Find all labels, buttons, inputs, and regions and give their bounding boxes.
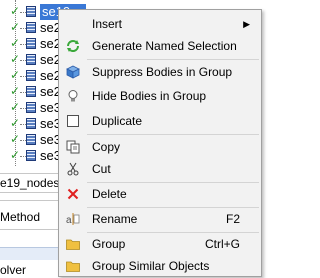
panel-divider	[0, 200, 60, 201]
named-selection-icon	[26, 54, 36, 65]
menu-item-delete[interactable]: Delete	[60, 183, 260, 205]
named-selection-icon	[26, 102, 36, 113]
cube-icon	[65, 64, 81, 80]
menu-item-label: Copy	[92, 140, 121, 154]
named-selection-icon	[26, 38, 36, 49]
menu-item-group-similar[interactable]: Group Similar Objects	[60, 255, 260, 277]
menu-item-insert[interactable]: Insert ▶	[60, 13, 260, 35]
named-selection-icon	[26, 70, 36, 81]
svg-text:a: a	[66, 215, 72, 226]
context-menu: Insert ▶ Generate Named Selection Suppre…	[58, 9, 262, 277]
menu-item-label: Suppress Bodies in Group	[92, 65, 233, 79]
folder-icon	[65, 258, 81, 274]
menu-item-generate-named-selection[interactable]: Generate Named Selection	[60, 35, 260, 57]
details-solver-label: olver	[0, 263, 27, 277]
named-selection-icon	[26, 134, 36, 145]
refresh-green-icon	[65, 38, 81, 54]
rename-icon: a	[65, 211, 81, 227]
menu-item-label: Delete	[92, 187, 127, 201]
menu-item-duplicate[interactable]: Duplicate	[60, 110, 260, 132]
menu-item-label: Group	[92, 237, 126, 251]
menu-item-shortcut: Ctrl+G	[204, 237, 240, 251]
menu-item-label: Insert	[92, 17, 123, 31]
menu-item-label: Group Similar Objects	[92, 259, 210, 273]
named-selection-icon	[26, 6, 36, 17]
copy-icon	[65, 139, 81, 155]
folder-icon	[65, 236, 81, 252]
menu-item-label: Generate Named Selection	[92, 39, 237, 53]
panel-divider	[0, 229, 60, 230]
lightbulb-icon	[65, 88, 81, 104]
menu-item-copy[interactable]: Copy	[60, 136, 260, 158]
menu-separator	[87, 59, 259, 60]
menu-item-label: Hide Bodies in Group	[92, 89, 207, 103]
named-selection-icon	[26, 22, 36, 33]
menu-item-group[interactable]: Group Ctrl+G	[60, 233, 260, 255]
submenu-arrow-icon: ▶	[243, 19, 250, 29]
menu-item-rename[interactable]: a Rename F2	[60, 208, 260, 230]
menu-separator	[87, 134, 259, 135]
menu-item-label: Cut	[92, 162, 111, 176]
menu-item-label: Duplicate	[92, 114, 143, 128]
menu-item-cut[interactable]: Cut	[60, 158, 260, 180]
named-selection-icon	[26, 150, 36, 161]
named-selection-icon	[26, 86, 36, 97]
details-category-row	[0, 247, 60, 260]
scissors-icon	[65, 161, 81, 177]
menu-item-hide-bodies[interactable]: Hide Bodies in Group	[60, 85, 260, 107]
details-name-value: e19_nodes"	[0, 173, 60, 193]
duplicate-icon	[65, 113, 81, 129]
named-selection-icon	[26, 118, 36, 129]
menu-item-shortcut: F2	[225, 212, 240, 226]
delete-x-icon	[65, 186, 81, 202]
details-method-label: Method	[0, 210, 41, 224]
menu-item-suppress-bodies[interactable]: Suppress Bodies in Group	[60, 61, 260, 83]
menu-item-label: Rename	[92, 212, 138, 226]
